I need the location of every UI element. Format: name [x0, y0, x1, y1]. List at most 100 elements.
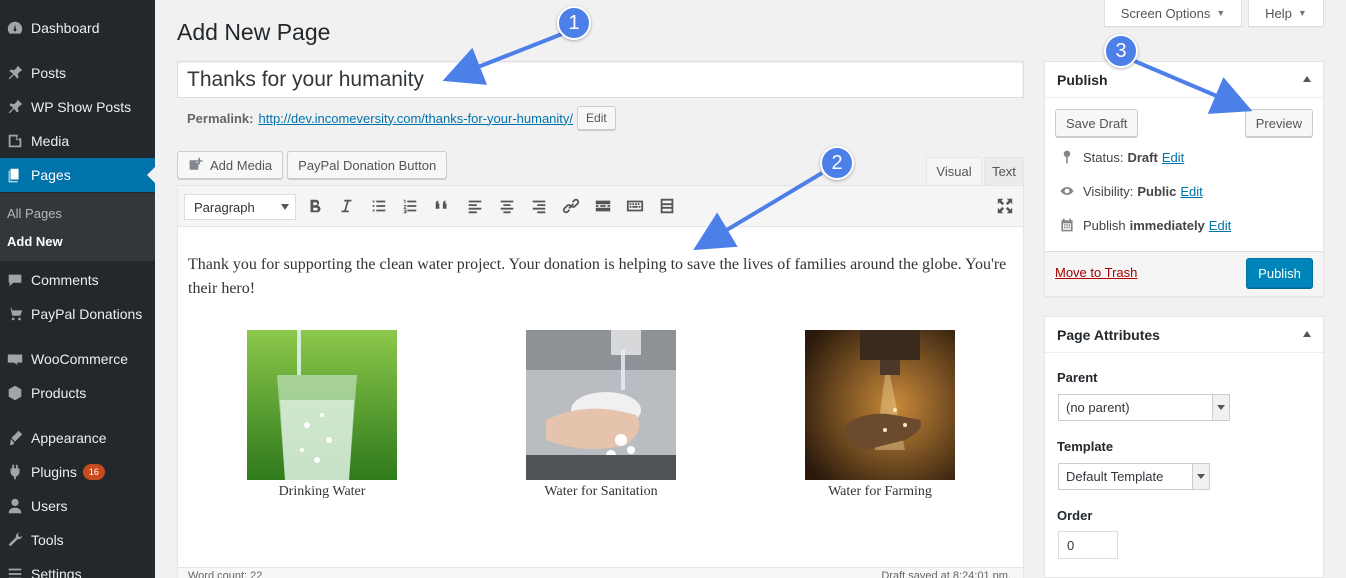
align-right-icon[interactable]	[529, 196, 549, 216]
caret-down-icon: ▼	[1297, 8, 1307, 18]
status-edit-link[interactable]: Edit	[1162, 150, 1184, 165]
pin-icon	[5, 97, 25, 117]
menu-tools[interactable]: Tools	[0, 523, 155, 557]
menu-pages[interactable]: Pages	[0, 158, 155, 192]
woocommerce-icon	[5, 349, 25, 369]
collapse-arrow-icon[interactable]	[1303, 76, 1311, 82]
collapse-arrow-icon[interactable]	[1303, 331, 1311, 337]
dropdown-arrow-icon	[281, 204, 289, 210]
menu-label: Posts	[31, 65, 67, 81]
page-attributes-header[interactable]: Page Attributes	[1045, 317, 1323, 353]
word-count: Word count: 22	[188, 570, 263, 578]
plugins-icon	[5, 462, 25, 482]
fullscreen-icon[interactable]	[995, 196, 1015, 216]
template-select-value: Default Template	[1066, 469, 1164, 484]
menu-label: Pages	[31, 167, 71, 183]
dashboard-icon	[5, 18, 25, 38]
submenu-all-pages[interactable]: All Pages	[7, 206, 62, 221]
pin-status-icon	[1063, 150, 1071, 164]
add-media-icon	[189, 157, 203, 170]
numbered-list-icon[interactable]	[400, 196, 420, 216]
caret-down-icon: ▼	[1216, 8, 1226, 18]
menu-posts[interactable]: Posts	[0, 56, 155, 90]
gallery-item-drinking-water[interactable]: Drinking Water	[247, 330, 397, 500]
menu-label: WooCommerce	[31, 351, 128, 367]
menu-products[interactable]: Products	[0, 376, 155, 410]
add-media-button[interactable]: Add Media	[177, 151, 284, 179]
page-title: Add New Page	[177, 19, 331, 45]
save-draft-button[interactable]: Save Draft	[1055, 109, 1139, 137]
order-input[interactable]: 0	[1058, 531, 1118, 559]
parent-label: Parent	[1057, 370, 1098, 385]
menu-appearance[interactable]: Appearance	[0, 421, 155, 455]
format-select[interactable]: Paragraph	[184, 194, 296, 220]
publish-button[interactable]: Publish	[1246, 258, 1313, 288]
menu-label: Plugins	[31, 464, 77, 480]
annotation-marker-2: 2	[820, 146, 854, 180]
visibility-label: Visibility:	[1083, 183, 1134, 199]
post-title-input[interactable]	[177, 61, 1024, 98]
toolbar-toggle-icon[interactable]	[625, 196, 645, 216]
link-icon[interactable]	[561, 196, 581, 216]
permalink-slug: thanks-for-your-humanity	[424, 110, 570, 126]
gallery-item-farming[interactable]: Water for Farming	[805, 330, 955, 500]
menu-settings[interactable]: Settings	[0, 557, 155, 578]
bold-icon[interactable]	[305, 196, 325, 216]
add-media-label: Add Media	[210, 157, 273, 173]
draft-saved-status: Draft saved at 8:24:01 pm.	[881, 570, 1011, 578]
eye-icon	[1060, 187, 1074, 195]
status-row: Status: Draft Edit	[1059, 149, 1184, 165]
status-value: Draft	[1127, 149, 1158, 165]
template-select[interactable]: Default Template	[1058, 463, 1210, 490]
paypal-donation-button[interactable]: PayPal Donation Button	[287, 151, 448, 179]
menu-users[interactable]: Users	[0, 489, 155, 523]
comments-icon	[5, 270, 25, 290]
permalink-link[interactable]: http://dev.incomeversity.com/thanks-for-…	[258, 111, 573, 126]
content-paragraph[interactable]: Thank you for supporting the clean water…	[188, 253, 1008, 301]
menu-media[interactable]: Media	[0, 124, 155, 158]
plugins-update-badge: 16	[82, 464, 105, 480]
submenu-add-new[interactable]: Add New	[7, 234, 63, 249]
publish-box-title: Publish	[1057, 71, 1108, 88]
annotation-marker-3: 3	[1104, 34, 1138, 68]
menu-label: Products	[31, 385, 87, 401]
permalink-edit-button[interactable]: Edit	[577, 106, 616, 130]
table-icon[interactable]	[657, 196, 677, 216]
content-editor: Paragraph Thank you for supporting the c…	[177, 185, 1024, 578]
pages-icon	[5, 165, 25, 185]
parent-select[interactable]: (no parent)	[1058, 394, 1230, 421]
italic-icon[interactable]	[336, 196, 356, 216]
preview-button[interactable]: Preview	[1244, 109, 1313, 137]
tab-text[interactable]: Text	[984, 157, 1024, 186]
menu-paypal-donations[interactable]: PayPal Donations	[0, 297, 155, 331]
gallery-item-sanitation[interactable]: Water for Sanitation	[526, 330, 676, 500]
read-more-icon[interactable]	[593, 196, 613, 216]
permalink-row: Permalink: http://dev.incomeversity.com/…	[187, 106, 616, 130]
menu-plugins[interactable]: Plugins 16	[0, 455, 155, 489]
status-label: Status:	[1083, 149, 1124, 165]
align-center-icon[interactable]	[497, 196, 517, 216]
blockquote-icon[interactable]	[432, 196, 452, 216]
menu-comments[interactable]: Comments	[0, 263, 155, 297]
annotation-marker-1: 1	[557, 6, 591, 40]
dropdown-arrow-icon	[1212, 395, 1229, 420]
menu-label: Users	[31, 498, 68, 514]
align-left-icon[interactable]	[465, 196, 485, 216]
help-button[interactable]: Help ▼	[1248, 0, 1324, 27]
screen-options-button[interactable]: Screen Options ▼	[1104, 0, 1242, 27]
page-attributes-title: Page Attributes	[1057, 326, 1160, 343]
move-to-trash-link[interactable]: Move to Trash	[1055, 265, 1137, 280]
menu-woocommerce[interactable]: WooCommerce	[0, 342, 155, 376]
bullet-list-icon[interactable]	[369, 196, 389, 216]
gallery-caption: Water for Farming	[828, 484, 932, 499]
settings-icon	[5, 564, 25, 578]
menu-dashboard[interactable]: Dashboard	[0, 11, 155, 45]
publish-box-header[interactable]: Publish	[1045, 62, 1323, 98]
schedule-edit-link[interactable]: Edit	[1209, 218, 1231, 233]
editor-status-bar: Word count: 22 Draft saved at 8:24:01 pm…	[178, 567, 1023, 578]
visibility-edit-link[interactable]: Edit	[1180, 184, 1202, 199]
menu-wp-show-posts[interactable]: WP Show Posts	[0, 90, 155, 124]
farming-image	[805, 330, 955, 480]
menu-label: Settings	[31, 566, 82, 578]
tab-visual[interactable]: Visual	[926, 157, 982, 186]
